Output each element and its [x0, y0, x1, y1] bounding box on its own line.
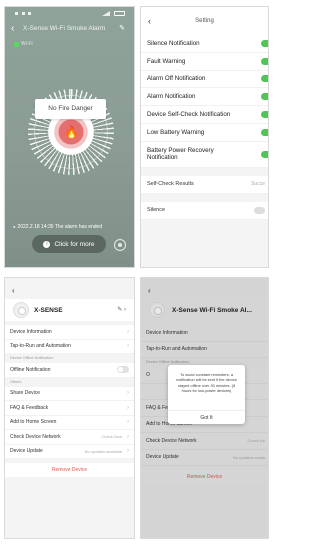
list-item-offline-notification: Offline Notification — [5, 363, 134, 378]
list-item-label: Tap-to-Run and Automation — [10, 343, 71, 350]
toggle-switch[interactable] — [261, 150, 268, 158]
header: ‹ Setting — [141, 7, 268, 35]
chevron-right-icon: › — [127, 433, 129, 440]
list-item-label: Device Update — [10, 448, 43, 455]
setting-row-fault-warning: Fault Warning — [141, 52, 268, 71]
info-icon: i — [43, 240, 51, 248]
list-item-check-network[interactable]: Check Device Network Check Now › — [5, 430, 134, 445]
event-log-text: 2022.2.18 14:35 The alarm has ended — [13, 224, 102, 230]
list-item-share-device[interactable]: Share Device › — [5, 386, 134, 401]
signal-icon — [102, 11, 110, 16]
flame-icon: 🔥 — [64, 125, 79, 139]
device-home-screen: ‹ X-Sense Wi-Fi Smoke Alarm ✎ Wi-Fi 🔥 No… — [4, 6, 135, 268]
network-value: Check Now — [101, 434, 122, 440]
self-check-value: Succe — [251, 181, 265, 188]
list-item-label: Add to Home Screen — [10, 419, 57, 426]
section-header-others: Others — [10, 379, 22, 384]
setting-label: Alarm Off Notification — [147, 75, 206, 83]
settings-fab-icon[interactable] — [114, 239, 126, 251]
chevron-right-icon: › — [127, 404, 129, 411]
device-settings-dialog-screen: ‹ X-Sense Wi-Fi Smoke Al... Device Infor… — [140, 277, 269, 539]
back-icon[interactable]: ‹ — [11, 23, 14, 34]
device-avatar-icon — [13, 302, 29, 318]
dialog-message: To avoid constant reminders, a notificat… — [176, 372, 237, 394]
setting-label: Low Battery Warning — [147, 128, 205, 136]
silence-row: Silence — [141, 201, 268, 220]
setting-label: Device Self-Check Notification — [147, 111, 231, 119]
wifi-status: Wi-Fi — [14, 41, 33, 47]
setting-row-alarm-notification: Alarm Notification — [141, 88, 268, 107]
list-item-label: Share Device — [10, 390, 41, 397]
click-for-more-button[interactable]: i Click for more — [32, 235, 106, 253]
setting-row-silence-notification: Silence Notification — [141, 35, 268, 53]
section-header-offline: Device Offline Notification — [10, 356, 54, 360]
offline-info-dialog: To avoid constant reminders, a notificat… — [168, 365, 245, 424]
setting-row-low-battery: Low Battery Warning — [141, 123, 268, 142]
toggle-switch[interactable] — [261, 39, 268, 47]
remove-device-button[interactable]: Remove Device — [5, 463, 134, 477]
chevron-right-icon: › — [127, 448, 129, 455]
setting-label: Alarm Notification — [147, 93, 196, 101]
device-name: X-SENSE — [34, 307, 63, 314]
list-item-label: Check Device Network — [10, 433, 61, 440]
battery-icon — [114, 11, 125, 16]
device-header: X-SENSE ✎ › — [5, 299, 134, 321]
status-message: No Fire Danger — [35, 99, 106, 119]
chevron-right-icon: › — [127, 343, 129, 350]
setting-label: Silence — [147, 207, 166, 214]
chevron-right-icon: › — [127, 328, 129, 335]
toggle-switch[interactable] — [254, 206, 265, 214]
setting-screen: ‹ Setting Silence Notification Fault War… — [140, 6, 269, 268]
list-item-device-update[interactable]: Device Update No updates available › — [5, 444, 134, 459]
list-item-label: Offline Notification — [10, 366, 51, 373]
list-item-device-information[interactable]: Device Information › — [5, 325, 134, 340]
device-title: X-Sense Wi-Fi Smoke Alarm — [23, 25, 106, 32]
edit-icon[interactable]: ✎ › — [117, 306, 126, 313]
list-item-label: Device Information — [10, 328, 52, 335]
settings-list: Device Information › Tap-to-Run and Auto… — [5, 325, 134, 477]
list-item-tap-to-run[interactable]: Tap-to-Run and Automation › — [5, 339, 134, 354]
click-for-more-label: Click for more — [54, 240, 95, 248]
setting-row-battery-recovery: Battery Power Recovery Notification — [141, 141, 268, 168]
update-value: No updates available — [84, 448, 122, 454]
setting-label: Self-Check Results — [147, 181, 194, 188]
got-it-button[interactable]: Got It — [168, 410, 245, 424]
setting-row-self-check: Device Self-Check Notification — [141, 106, 268, 124]
setting-row-alarm-off: Alarm Off Notification — [141, 70, 268, 89]
toggle-switch[interactable] — [261, 111, 268, 119]
toggle-switch[interactable] — [261, 128, 268, 136]
chevron-right-icon: › — [127, 390, 129, 397]
back-icon[interactable]: ‹ — [12, 286, 15, 295]
list-item-add-home[interactable]: Add to Home Screen › — [5, 415, 134, 430]
toggle-switch[interactable] — [117, 366, 129, 374]
time-indicator — [15, 12, 31, 15]
list-item-label: FAQ & Feedback — [10, 404, 49, 411]
edit-icon[interactable]: ✎ — [119, 24, 125, 32]
self-check-results-row[interactable]: Self-Check Results Succe — [141, 175, 268, 194]
list-item-faq[interactable]: FAQ & Feedback › — [5, 401, 134, 416]
toggle-switch[interactable] — [261, 93, 268, 101]
wifi-led-icon — [14, 41, 19, 47]
setting-label: Fault Warning — [147, 57, 186, 65]
setting-label: Battery Power Recovery Notification — [147, 146, 214, 162]
toggle-switch[interactable] — [261, 57, 268, 65]
wifi-label: Wi-Fi — [21, 41, 33, 47]
page-title: Setting — [195, 18, 214, 24]
chevron-right-icon: › — [127, 419, 129, 426]
setting-label: Silence Notification — [147, 39, 200, 47]
device-settings-screen: ‹ X-SENSE ✎ › Device Information › Tap-t… — [4, 277, 135, 539]
status-bar — [5, 7, 134, 21]
toggle-switch[interactable] — [261, 75, 268, 83]
